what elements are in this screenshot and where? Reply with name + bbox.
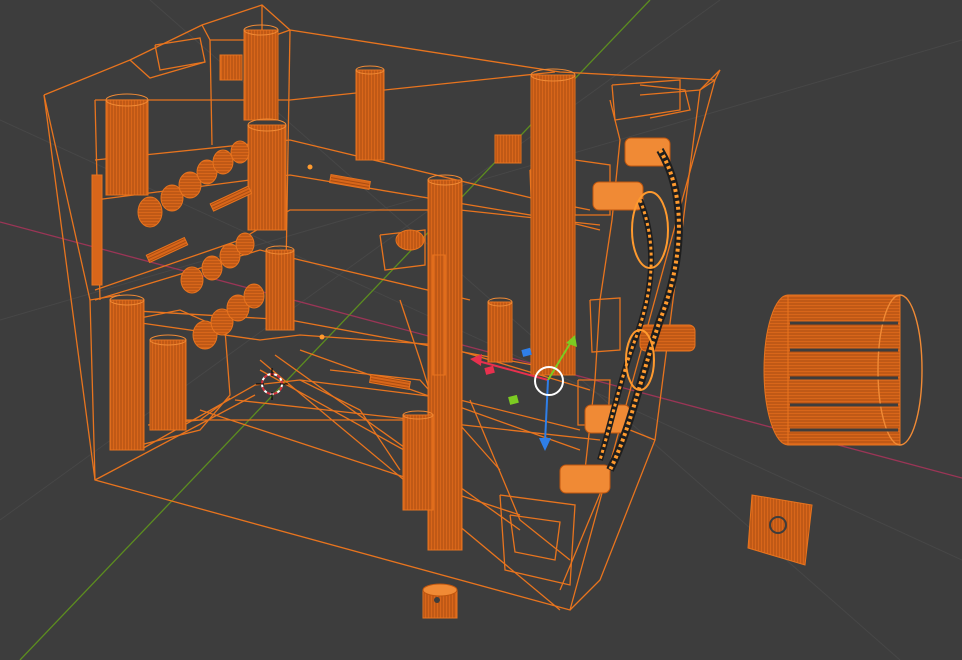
gizmo-yz-plane[interactable] [521,347,532,357]
gizmo-z-arrow[interactable] [539,438,551,451]
chain-gear-assembly[interactable] [559,137,696,494]
vertical-cylinders[interactable] [91,24,576,551]
drum-part[interactable] [763,294,923,446]
viewport-canvas[interactable] [0,0,962,660]
knob-part[interactable] [422,583,458,619]
gizmo-xz-plane[interactable] [508,394,519,405]
gizmo-z-axis[interactable] [544,379,549,443]
3d-viewport[interactable] [0,0,962,660]
3d-cursor-icon[interactable] [256,368,288,400]
gizmo-xy-plane[interactable] [484,365,495,375]
small-drum-part[interactable] [747,494,813,566]
